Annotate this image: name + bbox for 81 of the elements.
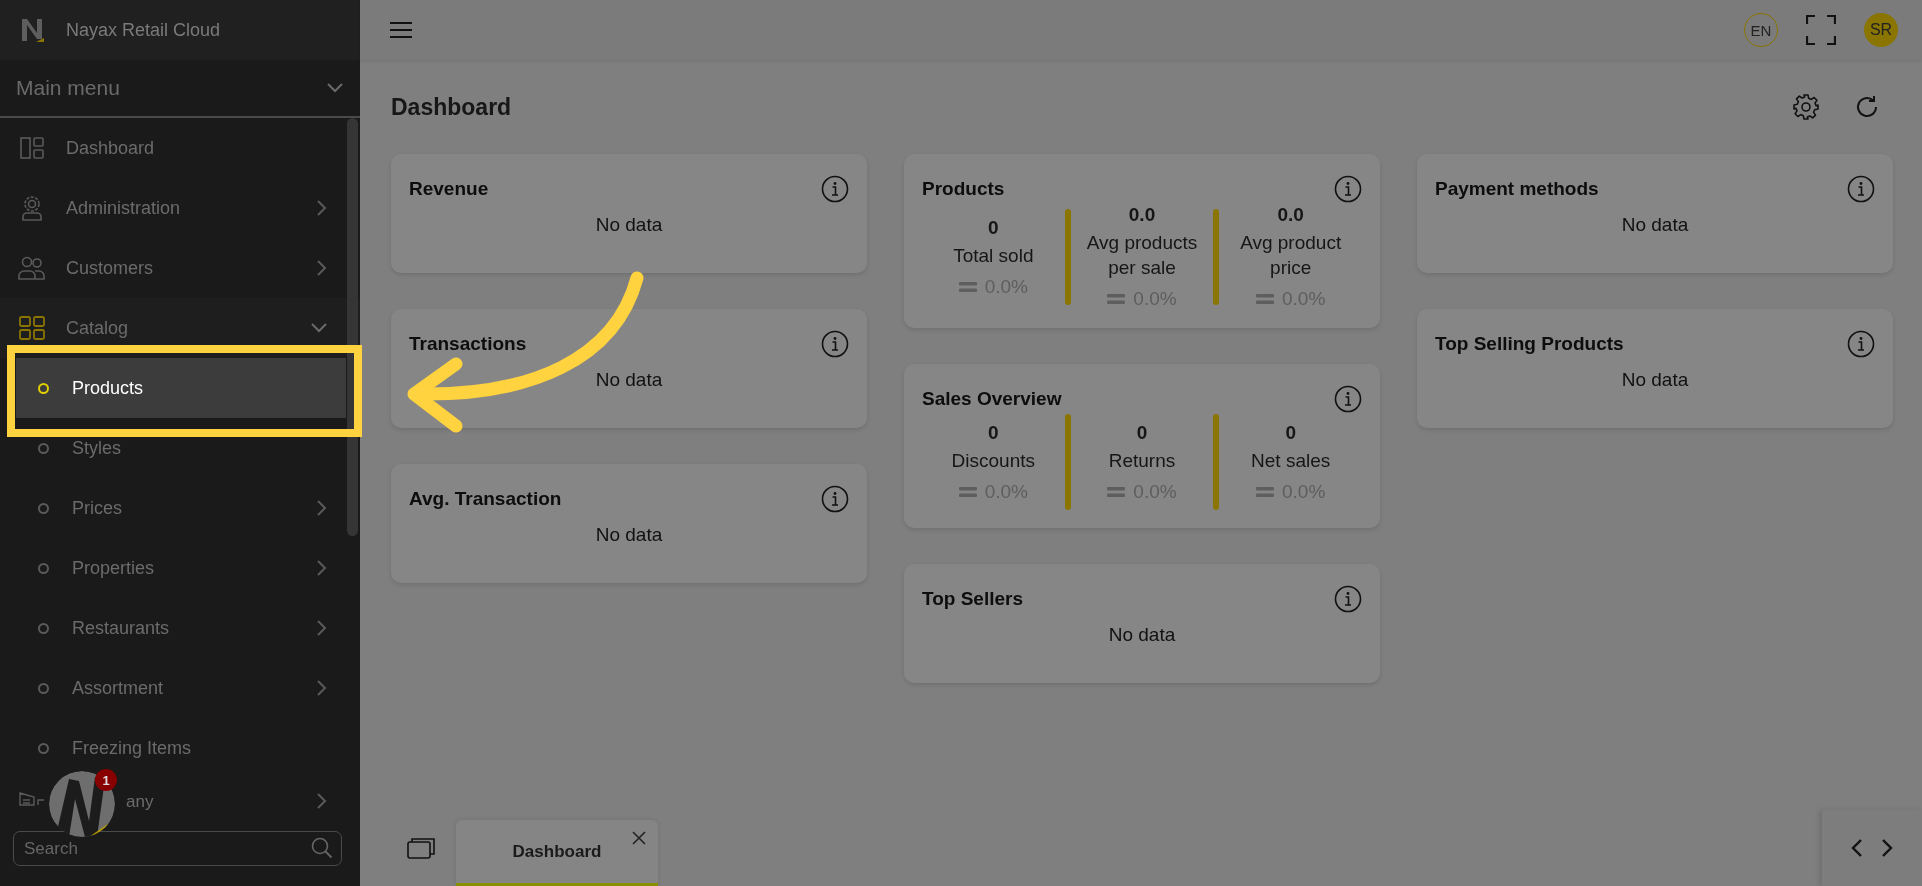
card-title: Transactions <box>409 333 527 355</box>
info-icon <box>821 330 849 358</box>
dashboard-icon <box>20 137 44 159</box>
card-title: Top Selling Products <box>1435 333 1624 355</box>
search-icon <box>311 837 333 859</box>
menu-item[interactable]: Dashboard <box>0 118 360 178</box>
bullet-icon <box>38 562 49 574</box>
stat-value: 0.0 <box>1128 204 1156 226</box>
info-icon <box>1847 175 1875 203</box>
menu-item[interactable]: Customers <box>0 238 360 298</box>
stat-value: 0 <box>988 421 999 444</box>
menu-item[interactable]: Products <box>16 358 346 418</box>
empty-message: No data <box>594 214 664 236</box>
empty-message: No data <box>594 369 664 391</box>
page-title: Dashboard <box>391 93 513 121</box>
building-icon <box>19 792 45 806</box>
empty-message: No data <box>1107 624 1177 646</box>
close-icon <box>632 831 646 845</box>
chevron-down-icon <box>326 82 344 94</box>
stat-label: Returns <box>1108 448 1176 473</box>
menu-item[interactable]: Administration <box>0 178 360 238</box>
card-title: Revenue <box>409 178 489 200</box>
card-title: Products <box>922 178 1005 200</box>
info-icon <box>1334 585 1362 613</box>
menu-item[interactable]: Styles <box>0 418 360 478</box>
stat-label: Avg product price <box>1239 231 1343 280</box>
card-title: Top Sellers <box>922 588 1023 610</box>
stat-label: Net sales <box>1251 448 1331 473</box>
menu-item[interactable]: any <box>0 792 360 814</box>
no-change-icon <box>958 485 977 498</box>
app-title: Nayax Retail Cloud <box>66 19 221 41</box>
grid-icon <box>19 316 45 340</box>
no-change-icon <box>1256 293 1274 305</box>
card-title: Sales Overview <box>922 388 1062 410</box>
menu-item[interactable]: Properties <box>0 538 360 598</box>
empty-message: No data <box>594 524 664 546</box>
menu-item[interactable]: Prices <box>0 478 360 538</box>
info-icon <box>1847 330 1875 358</box>
bullet-icon <box>38 622 49 634</box>
bullet-icon <box>38 742 49 754</box>
info-icon <box>1334 175 1362 203</box>
info-icon <box>821 485 849 513</box>
logo-icon <box>20 17 46 43</box>
stat-value: 0 <box>1285 421 1296 444</box>
menu-item[interactable]: Assortment <box>0 658 360 718</box>
stat-label: Discounts <box>951 448 1036 473</box>
fullscreen-icon <box>1806 15 1836 45</box>
info-icon <box>821 175 849 203</box>
stat-label: Avg products per sale <box>1085 231 1199 280</box>
no-change-icon <box>958 280 977 293</box>
empty-message: No data <box>1620 214 1690 236</box>
menu-title: Main menu <box>16 76 120 100</box>
info-icon <box>1334 385 1362 413</box>
card-title: Avg. Transaction <box>409 488 562 510</box>
user-avatar[interactable]: SR <box>1864 13 1898 47</box>
bullet-icon <box>38 502 49 514</box>
stat-value: 0.0 <box>1277 204 1304 226</box>
windows-icon <box>407 837 435 859</box>
no-change-icon <box>1107 293 1126 305</box>
people-icon <box>18 256 46 280</box>
bullet-icon <box>38 382 49 394</box>
person-gear-icon <box>19 195 45 221</box>
stat-value: 0 <box>988 216 999 239</box>
stat-value: 0 <box>1136 421 1148 444</box>
search-field[interactable]: Search <box>13 831 342 866</box>
launcher-icon[interactable] <box>49 771 115 837</box>
chevron-right-icon <box>1881 838 1893 858</box>
no-change-icon <box>1256 485 1274 498</box>
page-tab[interactable]: Dashboard <box>456 820 658 886</box>
bullet-icon <box>38 442 49 454</box>
refresh-icon <box>1855 95 1879 119</box>
settings-icon <box>1793 94 1819 120</box>
stat-label: Total sold <box>953 243 1034 268</box>
card-title: Payment methods <box>1435 178 1599 200</box>
menu-item[interactable]: Restaurants <box>0 598 360 658</box>
empty-message: No data <box>1620 369 1690 391</box>
no-change-icon <box>1107 485 1126 498</box>
menu-icon <box>390 21 412 39</box>
chevron-left-icon <box>1851 838 1863 858</box>
scrollbar[interactable] <box>347 118 358 536</box>
bullet-icon <box>38 682 49 694</box>
